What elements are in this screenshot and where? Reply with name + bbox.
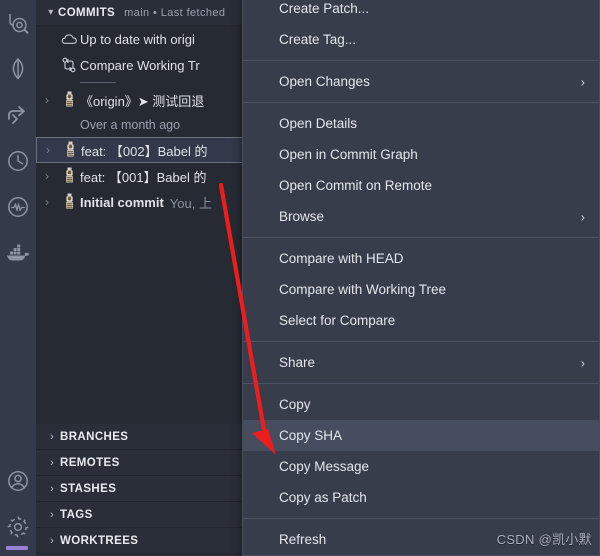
menu-item-copy-message[interactable]: Copy Message	[243, 451, 599, 482]
menu-item-label: Open Commit on Remote	[279, 178, 433, 193]
menu-item-label: Share	[279, 355, 316, 370]
menu-item-create-patch[interactable]: Create Patch...	[243, 0, 599, 24]
sidebar-item-label: WORKTREES	[60, 534, 139, 547]
chevron-right-icon: ›	[50, 482, 54, 495]
menu-item-create-tag[interactable]: Create Tag...	[243, 24, 599, 55]
chevron-right-icon[interactable]: ›	[36, 169, 58, 183]
active-indicator-bar	[6, 546, 28, 550]
menu-item-label: Compare with HEAD	[279, 251, 404, 266]
docker-whale-icon[interactable]	[0, 230, 36, 276]
account-icon[interactable]	[0, 458, 36, 504]
chevron-right-icon: ›	[580, 355, 585, 370]
cloud-icon	[58, 32, 80, 47]
share-arrow-icon[interactable]	[0, 92, 36, 138]
menu-item-label: Copy SHA	[279, 428, 343, 443]
history-clock-icon[interactable]	[0, 138, 36, 184]
chevron-right-icon: ›	[50, 534, 54, 547]
list-item-label: Compare Working Tr	[80, 57, 200, 73]
chevron-down-icon: ▾	[48, 7, 54, 18]
page-title: COMMITS	[58, 6, 116, 19]
menu-item-label: Open in Commit Graph	[279, 147, 418, 162]
menu-item-copy-as-patch[interactable]: Copy as Patch	[243, 482, 599, 513]
settings-gear-icon[interactable]	[0, 504, 36, 550]
activity-bar-bottom-group	[0, 458, 36, 550]
menu-item-label: Open Details	[279, 116, 358, 131]
commit-context-menu: Create Patch... Create Tag... Open Chang…	[242, 0, 600, 556]
menu-item-label: Copy as Patch	[279, 490, 367, 505]
commit-avatar-icon	[59, 141, 81, 159]
menu-item-compare-with-working-tree[interactable]: Compare with Working Tree	[243, 274, 599, 305]
menu-divider	[243, 518, 599, 519]
list-item-label: feat: 【002】Babel 的	[81, 143, 208, 159]
menu-item-label: Compare with Working Tree	[279, 282, 447, 297]
menu-item-open-changes[interactable]: Open Changes ›	[243, 66, 599, 97]
list-item-label: 《origin》➤ 测试回退	[80, 93, 205, 109]
list-item-meta: You, 上	[169, 195, 212, 211]
sidebar-item-label: BRANCHES	[60, 430, 129, 443]
chevron-right-icon: ›	[580, 209, 585, 224]
sidebar-item-label: STASHES	[60, 482, 117, 495]
menu-item-label: Create Patch...	[279, 1, 370, 16]
chevron-right-icon: ›	[50, 456, 54, 469]
menu-item-label: Select for Compare	[279, 313, 396, 328]
menu-divider	[243, 237, 599, 238]
chevron-right-icon: ›	[50, 508, 54, 521]
menu-item-open-in-commit-graph[interactable]: Open in Commit Graph	[243, 139, 599, 170]
commit-avatar-icon	[58, 167, 80, 185]
menu-item-label: Open Changes	[279, 74, 370, 89]
activity-bar	[0, 0, 36, 556]
sidebar-item-label: REMOTES	[60, 456, 120, 469]
activity-monitor-icon[interactable]	[0, 184, 36, 230]
leaf-mongodb-icon[interactable]	[0, 46, 36, 92]
chevron-right-icon[interactable]: ›	[37, 143, 59, 157]
commit-avatar-icon	[58, 91, 80, 109]
menu-item-label: Browse	[279, 209, 325, 224]
app-window: ▾ COMMITS main • Last fetched Up to date…	[0, 0, 600, 556]
search-database-icon[interactable]	[0, 0, 36, 46]
menu-item-select-for-compare[interactable]: Select for Compare	[243, 305, 599, 336]
menu-divider	[243, 341, 599, 342]
watermark-text: CSDN @凯小默	[496, 532, 592, 547]
compare-branch-icon	[58, 57, 80, 73]
menu-item-browse[interactable]: Browse ›	[243, 201, 599, 232]
menu-item-copy-sha[interactable]: Copy SHA	[243, 420, 599, 451]
activity-bar-top-group	[0, 0, 36, 276]
menu-item-open-commit-on-remote[interactable]: Open Commit on Remote	[243, 170, 599, 201]
menu-item-open-details[interactable]: Open Details	[243, 108, 599, 139]
sidebar-item-label: TAGS	[60, 508, 93, 521]
menu-divider	[243, 383, 599, 384]
chevron-right-icon[interactable]: ›	[36, 93, 58, 107]
list-item-label: Initial commit	[80, 194, 164, 210]
commit-avatar-icon	[58, 193, 80, 211]
menu-divider	[243, 60, 599, 61]
menu-item-label: Refresh	[279, 532, 327, 547]
menu-item-label: Copy	[279, 397, 311, 412]
menu-divider	[243, 102, 599, 103]
tree-divider	[80, 82, 116, 83]
menu-item-compare-with-head[interactable]: Compare with HEAD	[243, 243, 599, 274]
list-item-label: feat: 【001】Babel 的	[80, 169, 207, 185]
menu-item-share[interactable]: Share ›	[243, 347, 599, 378]
menu-item-label: Create Tag...	[279, 32, 357, 47]
chevron-right-icon: ›	[50, 430, 54, 443]
chevron-right-icon: ›	[580, 74, 585, 89]
list-item-label: Up to date with origi	[80, 31, 195, 47]
menu-item-copy[interactable]: Copy	[243, 389, 599, 420]
commits-section-description: main • Last fetched	[124, 6, 226, 19]
chevron-right-icon[interactable]: ›	[36, 195, 58, 209]
menu-item-label: Copy Message	[279, 459, 370, 474]
